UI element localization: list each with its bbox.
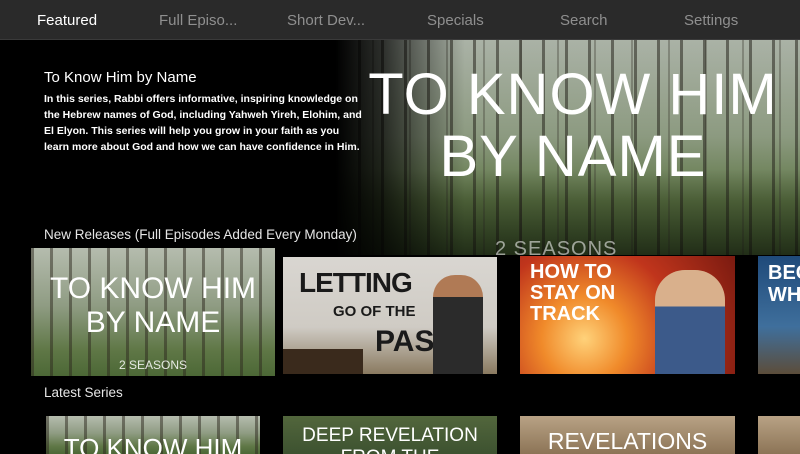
tile-title: TO KNOW HIM BY NAME xyxy=(49,272,257,339)
tile-to-know-him[interactable]: TO KNOW HIM xyxy=(46,416,260,454)
hero-art-title: TO KNOW HIM BY NAME xyxy=(368,62,778,189)
tile-subtitle: 2 SEASONS xyxy=(118,358,188,372)
nav-tab-featured[interactable]: Featured xyxy=(37,12,97,29)
tile-title: DEEP REVELATION FROM THE xyxy=(302,425,478,454)
presenter-image xyxy=(433,275,483,374)
hero-art-seasons: 2 SEASONS xyxy=(495,238,618,255)
tile-deep-revelation[interactable]: DEEP REVELATION FROM THE xyxy=(283,416,497,454)
tile-title: HOW TO STAY ON TRACK xyxy=(530,261,616,325)
hero-description: In this series, Rabbi offers informative… xyxy=(44,93,362,153)
tile-title: REVELATIONS xyxy=(547,428,708,454)
nav-tab-full-episodes[interactable]: Full Episo... xyxy=(159,12,237,29)
row-label-new-releases: New Releases (Full Episodes Added Every … xyxy=(44,227,357,242)
crowd-image xyxy=(283,349,363,374)
tile-title: BEC WHO xyxy=(768,262,800,306)
tile-letting-go-of-the-past[interactable]: LETTING GO OF THE PAST xyxy=(283,257,497,374)
tile-title: TO KNOW HIM xyxy=(63,433,243,454)
nav-tab-search[interactable]: Search xyxy=(560,12,608,29)
hero-title: To Know Him by Name xyxy=(44,69,197,86)
nav-tab-settings[interactable]: Settings xyxy=(684,12,738,29)
tile-bec-who[interactable]: BEC WHO xyxy=(758,256,800,374)
tile-how-to-stay-on-track[interactable]: HOW TO STAY ON TRACK xyxy=(520,256,735,374)
tile-title-mid: GO OF THE xyxy=(333,303,416,320)
tile-partial[interactable] xyxy=(758,416,800,454)
presenter-image xyxy=(655,270,725,374)
tile-title-top: LETTING xyxy=(299,267,413,298)
top-nav: Featured Full Episo... Short Dev... Spec… xyxy=(0,0,800,40)
tile-revelations[interactable]: REVELATIONS xyxy=(520,416,735,454)
tile-to-know-him-by-name[interactable]: TO KNOW HIM BY NAME 2 SEASONS xyxy=(31,248,275,376)
nav-tab-short-devotionals[interactable]: Short Dev... xyxy=(287,12,365,29)
nav-tab-specials[interactable]: Specials xyxy=(427,12,484,29)
row-label-latest-series: Latest Series xyxy=(44,385,123,400)
